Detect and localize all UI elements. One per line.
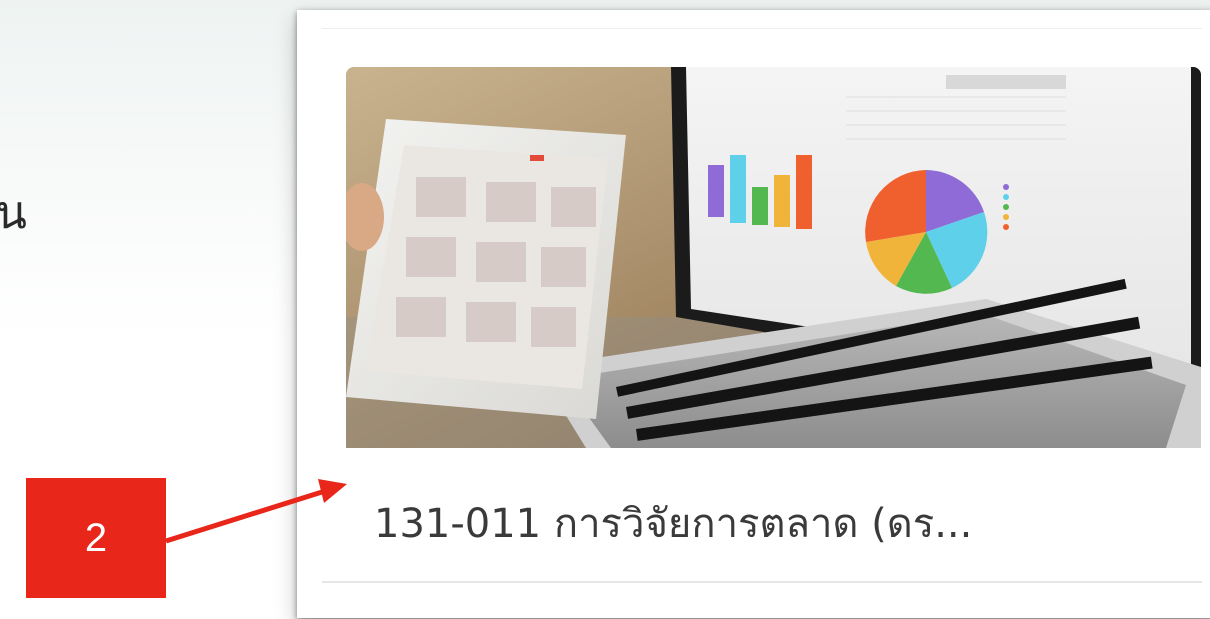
course-thumbnail-image[interactable]: [346, 67, 1201, 448]
background-partial-text: ขึ้น: [0, 185, 27, 239]
step-badge-label: 2: [84, 515, 108, 560]
course-title[interactable]: 131-011 การวิจัยการตลาด (ดร...: [374, 491, 1202, 555]
card-divider: [322, 581, 1202, 583]
course-card[interactable]: 131-011 การวิจัยการตลาด (ดร...: [322, 28, 1202, 585]
step-badge: 2: [26, 478, 166, 598]
